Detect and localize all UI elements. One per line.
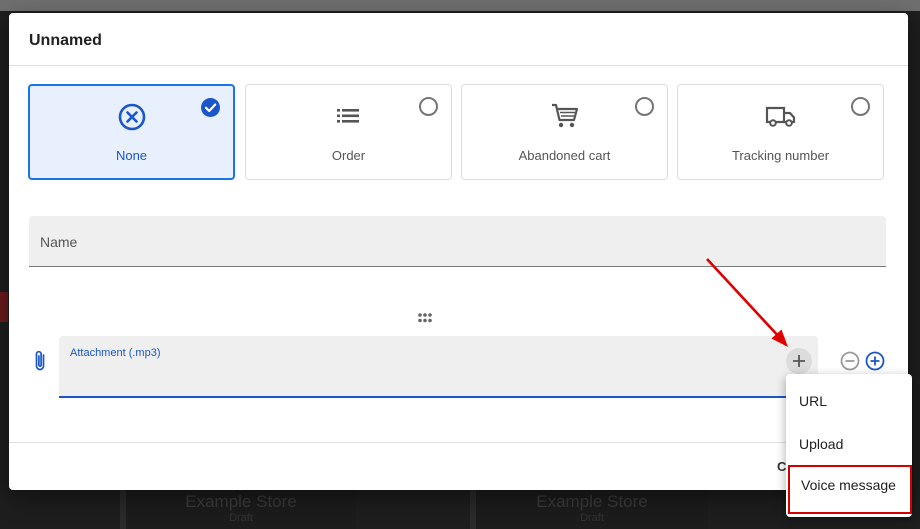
type-card-label: Abandoned cart: [518, 148, 611, 163]
footer-button-partial[interactable]: C: [777, 459, 786, 474]
radio-button[interactable]: [635, 97, 654, 116]
add-row-icon[interactable]: [865, 351, 885, 371]
attachment-field[interactable]: Attachment (.mp3): [59, 336, 818, 398]
dialog-title: Unnamed: [29, 32, 102, 49]
type-card-abandoned-cart[interactable]: Abandoned cart: [461, 84, 668, 180]
check-circle-icon: [201, 98, 220, 117]
background-indicator: [0, 292, 8, 322]
type-card-label: None: [115, 148, 148, 163]
background-tile: Example Store Draft: [470, 490, 708, 529]
type-card-label: Order: [331, 148, 366, 163]
attachment-source-menu: URL Upload Voice message: [786, 374, 912, 517]
cancel-circle-icon: [118, 103, 145, 131]
edit-dialog: Unnamed None Order Abandoned cart Tracki…: [9, 13, 908, 490]
type-card-tracking-number[interactable]: Tracking number: [677, 84, 884, 180]
menu-item-upload[interactable]: Upload: [786, 424, 912, 464]
background-tile: Example Store Draft: [120, 490, 356, 529]
radio-button[interactable]: [851, 97, 870, 116]
type-card-label: Tracking number: [731, 148, 830, 163]
menu-item-voice-message[interactable]: Voice message: [788, 465, 912, 514]
list-icon: [336, 109, 359, 123]
remove-row-icon[interactable]: [840, 351, 860, 371]
menu-item-url[interactable]: URL: [786, 381, 912, 421]
attachment-add-button[interactable]: [786, 348, 812, 374]
radio-button[interactable]: [419, 97, 438, 116]
type-card-order[interactable]: Order: [245, 84, 452, 180]
attachment-field-label: Attachment (.mp3): [70, 347, 161, 359]
divider: [9, 65, 908, 66]
type-card-none[interactable]: None: [28, 84, 235, 180]
paperclip-icon: [35, 350, 45, 371]
truck-icon: [765, 106, 795, 127]
divider: [9, 442, 908, 443]
shopping-cart-icon: [551, 103, 578, 128]
plus-icon: [793, 355, 805, 367]
drag-handle-icon[interactable]: [417, 312, 433, 324]
name-field-label: Name: [40, 234, 78, 250]
name-field[interactable]: Name: [29, 216, 886, 267]
